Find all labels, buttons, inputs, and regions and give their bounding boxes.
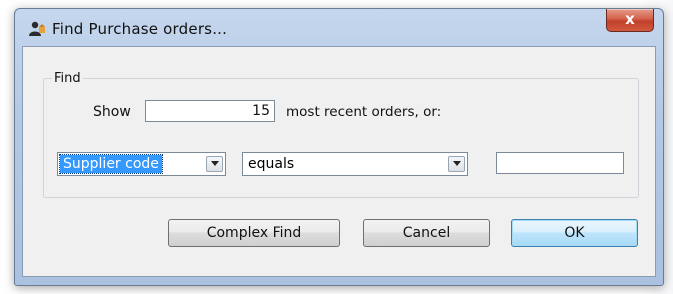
chevron-down-icon[interactable] bbox=[206, 156, 223, 172]
title-bar[interactable]: Find Purchase orders... x bbox=[15, 9, 663, 45]
screen: Find Purchase orders... x Find Show 15 m… bbox=[0, 0, 673, 294]
dialog-body: Find Show 15 most recent orders, or: Sup… bbox=[22, 46, 656, 277]
ok-button[interactable]: OK bbox=[511, 219, 638, 247]
field-select[interactable]: Supplier code bbox=[57, 152, 226, 176]
operator-select[interactable]: equals bbox=[242, 152, 468, 176]
operator-select-value: equals bbox=[248, 156, 295, 172]
person-icon bbox=[27, 21, 47, 37]
cancel-button[interactable]: Cancel bbox=[363, 219, 490, 247]
field-select-value: Supplier code bbox=[59, 154, 163, 174]
window-title: Find Purchase orders... bbox=[52, 20, 228, 38]
complex-find-button[interactable]: Complex Find bbox=[168, 219, 340, 247]
find-group-label: Find bbox=[52, 71, 83, 86]
find-groupbox bbox=[43, 78, 639, 198]
close-icon: x bbox=[625, 10, 635, 28]
recent-orders-label: most recent orders, or: bbox=[286, 104, 442, 120]
find-purchase-orders-dialog: Find Purchase orders... x Find Show 15 m… bbox=[14, 8, 664, 286]
chevron-down-icon[interactable] bbox=[448, 156, 465, 172]
close-button[interactable]: x bbox=[606, 9, 654, 32]
recent-count-input[interactable]: 15 bbox=[145, 100, 275, 122]
show-label: Show bbox=[93, 104, 131, 120]
search-value-input[interactable] bbox=[496, 152, 624, 174]
